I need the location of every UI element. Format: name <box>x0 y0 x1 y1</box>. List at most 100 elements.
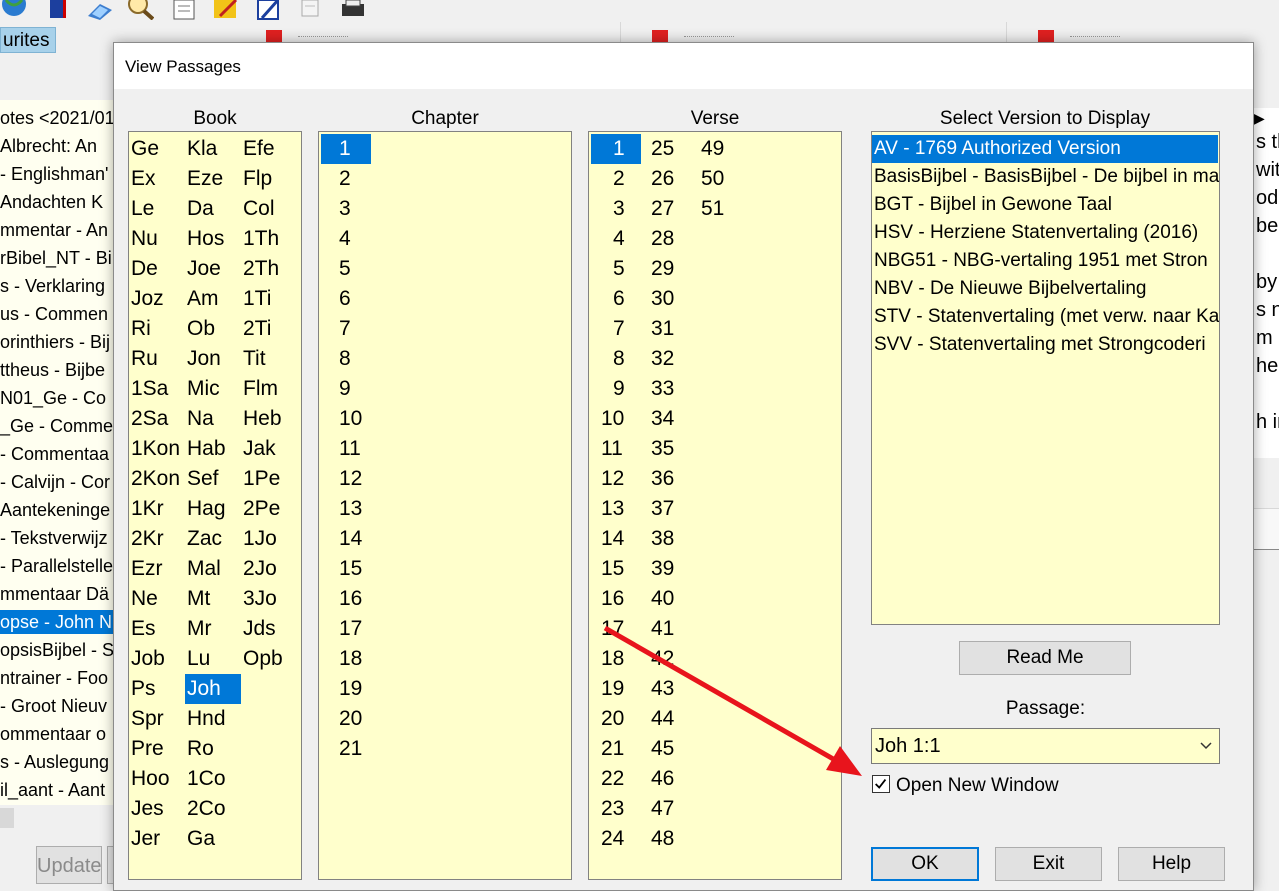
favorites-list-item[interactable]: ommentaar o <box>0 722 106 746</box>
favorites-list-item[interactable]: - Commentaa <box>0 442 109 466</box>
book-item[interactable]: Joe <box>185 254 241 284</box>
favorites-list-item[interactable]: - Groot Nieuv <box>0 694 107 718</box>
verse-item[interactable]: 31 <box>641 314 691 344</box>
document-icon[interactable] <box>296 0 324 20</box>
book-item[interactable]: Mic <box>185 374 241 404</box>
verse-item[interactable]: 17 <box>591 614 641 644</box>
book-item[interactable]: Hab <box>185 434 241 464</box>
verse-listbox[interactable]: 1 2 3 4 5 6 7 8 9 10 11 12 13 14 15 16 17 18 19 20 21 22 23 24 2… <box>588 131 842 880</box>
favorites-list-item[interactable]: N01_Ge - Co <box>0 386 106 410</box>
version-item[interactable]: SVV - Statenvertaling met Strongcoderi <box>872 331 1219 359</box>
chapter-item[interactable]: 9 <box>321 374 371 404</box>
favorites-list-item[interactable]: ntrainer - Foo <box>0 666 108 690</box>
book-item[interactable]: Ob <box>185 314 241 344</box>
verse-item[interactable]: 20 <box>591 704 641 734</box>
verse-item[interactable]: 41 <box>641 614 691 644</box>
book-listbox[interactable]: Ge Ex Le Nu De Joz Ri Ru 1Sa 2Sa 1Kon 2Kon 1Kr 2Kr Ezr… <box>128 131 302 880</box>
book-item[interactable]: Zac <box>185 524 241 554</box>
book-item[interactable]: 2Sa <box>129 404 185 434</box>
chapter-item[interactable]: 6 <box>321 284 371 314</box>
verse-item[interactable]: 12 <box>591 464 641 494</box>
book-item[interactable]: 1Sa <box>129 374 185 404</box>
favorites-list-item[interactable]: s - Auslegung <box>0 750 109 774</box>
verse-item[interactable]: 38 <box>641 524 691 554</box>
help-button[interactable]: Help <box>1118 847 1225 881</box>
verse-item[interactable]: 18 <box>591 644 641 674</box>
notebook-icon[interactable] <box>86 0 114 20</box>
verse-item[interactable]: 16 <box>591 584 641 614</box>
verse-item[interactable]: 48 <box>641 824 691 854</box>
globe-icon[interactable] <box>0 0 28 20</box>
verse-item[interactable]: 27 <box>641 194 691 224</box>
book-item[interactable]: Mr <box>185 614 241 644</box>
book-item[interactable]: Mal <box>185 554 241 584</box>
chapter-item[interactable]: 12 <box>321 464 371 494</box>
exit-button[interactable]: Exit <box>995 847 1102 881</box>
verse-item[interactable]: 37 <box>641 494 691 524</box>
update-button[interactable]: Update <box>36 846 102 884</box>
horizontal-scrollbar[interactable] <box>0 808 14 828</box>
book-item[interactable]: Le <box>129 194 185 224</box>
chapter-item[interactable]: 3 <box>321 194 371 224</box>
verse-item[interactable]: 8 <box>591 344 641 374</box>
bible-icon[interactable] <box>44 0 72 20</box>
verse-item[interactable]: 26 <box>641 164 691 194</box>
book-item[interactable]: Hos <box>185 224 241 254</box>
passage-value[interactable]: Joh 1:1 <box>875 735 941 758</box>
favorites-list[interactable]: otes <2021/01 Albrecht: An - Englishman' … <box>0 100 116 805</box>
book-item[interactable]: Kla <box>185 134 241 164</box>
chapter-item[interactable]: 16 <box>321 584 371 614</box>
book-item[interactable]: Efe <box>241 134 297 164</box>
search-icon[interactable] <box>126 0 154 20</box>
favorites-list-item[interactable]: il_aant - Aant <box>0 778 105 802</box>
chapter-item[interactable]: 4 <box>321 224 371 254</box>
version-item[interactable]: STV - Statenvertaling (met verw. naar Ka <box>872 303 1219 331</box>
book-item[interactable]: 2Kon <box>129 464 185 494</box>
favorites-list-item[interactable]: opse - John N <box>0 610 116 634</box>
favorites-list-item[interactable]: opsisBijbel - S <box>0 638 114 662</box>
book-item[interactable]: 2Co <box>185 794 241 824</box>
book-item[interactable]: Ezr <box>129 554 185 584</box>
chapter-item[interactable]: 8 <box>321 344 371 374</box>
book-item[interactable]: Ne <box>129 584 185 614</box>
verse-item[interactable]: 30 <box>641 284 691 314</box>
book-item[interactable]: Na <box>185 404 241 434</box>
document-tab-2[interactable] <box>644 22 1007 44</box>
chapter-item[interactable]: 17 <box>321 614 371 644</box>
book-item[interactable]: Lu <box>185 644 241 674</box>
pen-icon[interactable] <box>254 0 282 20</box>
book-item[interactable]: Mt <box>185 584 241 614</box>
book-item[interactable]: Pre <box>129 734 185 764</box>
verse-item[interactable]: 23 <box>591 794 641 824</box>
book-item[interactable]: Opb <box>241 644 297 674</box>
verse-item[interactable]: 14 <box>591 524 641 554</box>
verse-item[interactable]: 44 <box>641 704 691 734</box>
favorites-list-item[interactable]: s - Verklaring <box>0 274 105 298</box>
book-item[interactable]: Joz <box>129 284 185 314</box>
book-item[interactable]: 1Kon <box>129 434 185 464</box>
favorites-list-item[interactable]: - Calvijn - Cor <box>0 470 110 494</box>
verse-item[interactable]: 47 <box>641 794 691 824</box>
book-item[interactable]: Heb <box>241 404 297 434</box>
dialog-titlebar[interactable]: View Passages <box>114 43 1253 89</box>
favorites-list-item[interactable]: Albrecht: An <box>0 134 97 158</box>
book-item[interactable]: 2Ti <box>241 314 297 344</box>
book-item[interactable]: Joh <box>185 674 241 704</box>
verse-item[interactable]: 1 <box>591 134 641 164</box>
version-item[interactable]: HSV - Herziene Statenvertaling (2016) <box>872 219 1219 247</box>
verse-item[interactable]: 34 <box>641 404 691 434</box>
book-item[interactable]: Tit <box>241 344 297 374</box>
book-item[interactable]: Es <box>129 614 185 644</box>
book-item[interactable]: De <box>129 254 185 284</box>
verse-item[interactable]: 43 <box>641 674 691 704</box>
book-item[interactable]: Ru <box>129 344 185 374</box>
book-item[interactable]: 2Pe <box>241 494 297 524</box>
book-item[interactable]: Jak <box>241 434 297 464</box>
favorites-tab[interactable]: urites <box>0 27 56 53</box>
chapter-item[interactable]: 15 <box>321 554 371 584</box>
favorites-list-item[interactable]: Aantekeninge <box>0 498 110 522</box>
book-item[interactable]: Ga <box>185 824 241 854</box>
book-item[interactable]: 1Kr <box>129 494 185 524</box>
favorites-list-item[interactable]: ttheus - Bijbe <box>0 358 105 382</box>
verse-item[interactable]: 13 <box>591 494 641 524</box>
